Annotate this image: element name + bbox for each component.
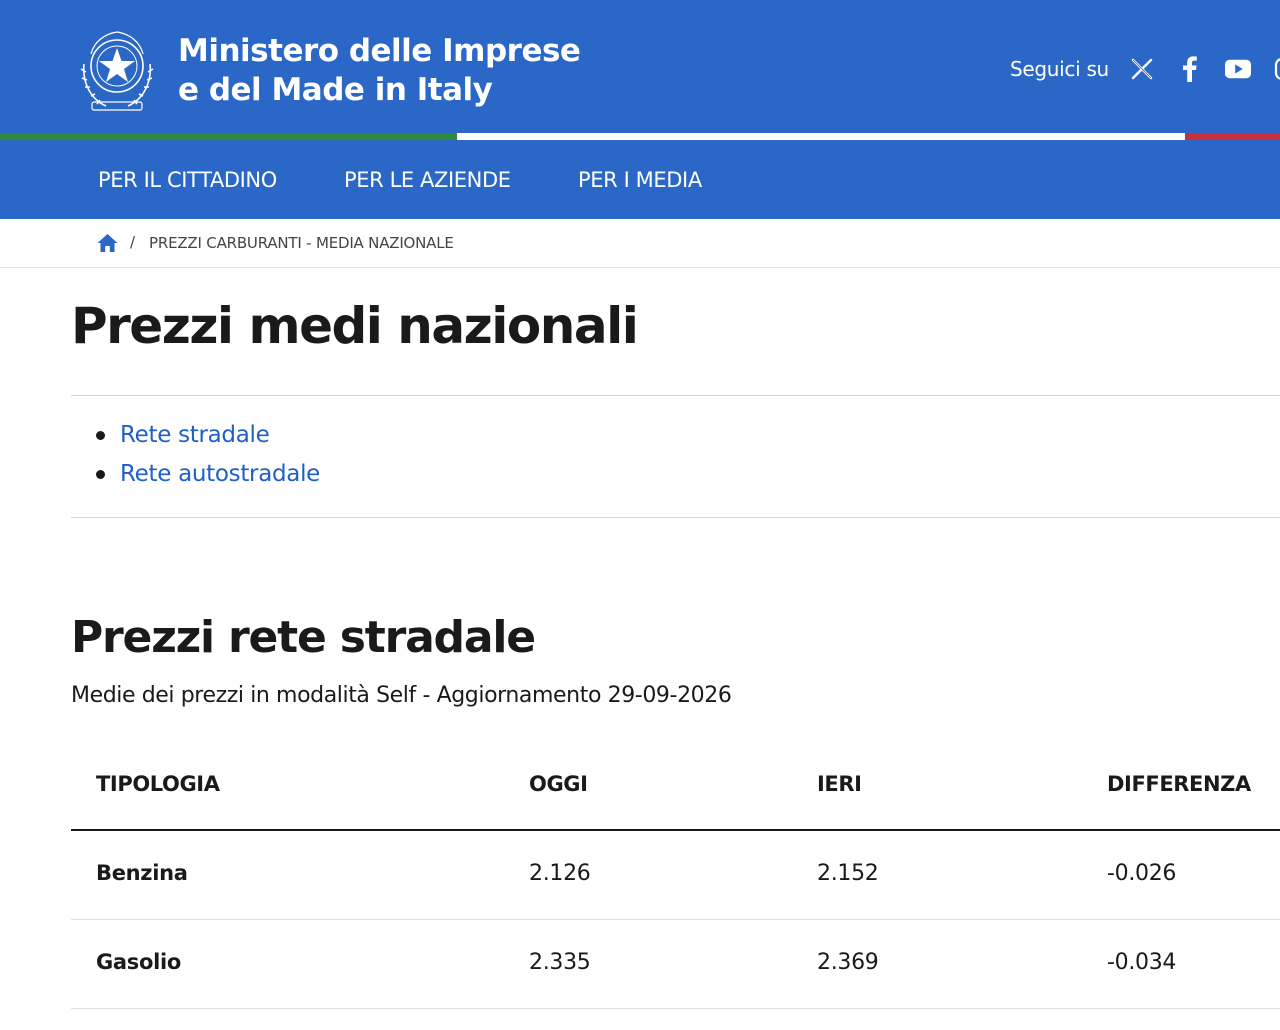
site-header: Ministero delle Imprese e del Made in It… bbox=[0, 0, 1280, 133]
nav-item-media[interactable]: PER I MEDIA bbox=[578, 168, 702, 192]
republic-emblem-icon[interactable] bbox=[76, 24, 158, 114]
cell-ieri: 2.152 bbox=[817, 861, 879, 886]
section-subtitle: Medie dei prezzi in modalità Self - Aggi… bbox=[71, 683, 732, 708]
cell-differenza: -0.026 bbox=[1107, 861, 1177, 886]
prices-table: TIPOLOGIA OGGI IERI DIFFERENZA Benzina 2… bbox=[71, 742, 1280, 1009]
table-row: Benzina 2.126 2.152 -0.026 bbox=[71, 831, 1280, 920]
facebook-icon[interactable] bbox=[1177, 56, 1203, 82]
header-oggi: OGGI bbox=[529, 772, 588, 796]
social-links: Seguici su bbox=[1010, 54, 1280, 84]
flag-white bbox=[457, 133, 1185, 140]
divider bbox=[71, 395, 1280, 396]
bullet bbox=[96, 431, 105, 440]
main-nav: PER IL CITTADINO PER LE AZIENDE PER I ME… bbox=[0, 140, 1280, 219]
tricolore-stripe bbox=[0, 133, 1280, 140]
nav-item-cittadino[interactable]: PER IL CITTADINO bbox=[98, 168, 277, 192]
x-icon[interactable] bbox=[1129, 56, 1155, 82]
section-title: Prezzi rete stradale bbox=[71, 612, 536, 663]
nav-item-aziende[interactable]: PER LE AZIENDE bbox=[344, 168, 511, 192]
cell-ieri: 2.369 bbox=[817, 950, 879, 975]
breadcrumb: / PREZZI CARBURANTI - MEDIA NAZIONALE bbox=[0, 219, 1280, 268]
header-tipologia: TIPOLOGIA bbox=[96, 772, 220, 796]
instagram-icon[interactable] bbox=[1273, 56, 1280, 82]
bullet bbox=[96, 470, 105, 479]
flag-red bbox=[1185, 133, 1280, 140]
header-ieri: IERI bbox=[817, 772, 862, 796]
page-title: Prezzi medi nazionali bbox=[71, 297, 639, 355]
link-rete-autostradale[interactable]: Rete autostradale bbox=[120, 460, 320, 488]
home-icon[interactable] bbox=[97, 233, 118, 253]
table-row: Gasolio 2.335 2.369 -0.034 bbox=[71, 920, 1280, 1009]
table-header: TIPOLOGIA OGGI IERI DIFFERENZA bbox=[71, 742, 1280, 831]
social-label: Seguici su bbox=[1010, 57, 1109, 81]
ministry-brand[interactable]: Ministero delle Imprese e del Made in It… bbox=[178, 32, 581, 110]
cell-tipologia: Gasolio bbox=[96, 950, 182, 974]
link-rete-stradale[interactable]: Rete stradale bbox=[120, 421, 270, 449]
flag-green bbox=[0, 133, 457, 140]
cell-oggi: 2.335 bbox=[529, 950, 591, 975]
breadcrumb-separator: / bbox=[130, 233, 136, 251]
brand-line-1: Ministero delle Imprese bbox=[178, 33, 581, 69]
youtube-icon[interactable] bbox=[1224, 56, 1251, 82]
cell-tipologia: Benzina bbox=[96, 861, 188, 885]
divider bbox=[71, 517, 1280, 518]
cell-oggi: 2.126 bbox=[529, 861, 591, 886]
cell-differenza: -0.034 bbox=[1107, 950, 1177, 975]
breadcrumb-current: PREZZI CARBURANTI - MEDIA NAZIONALE bbox=[149, 234, 454, 252]
brand-line-2: e del Made in Italy bbox=[178, 72, 493, 108]
header-differenza: DIFFERENZA bbox=[1107, 772, 1251, 796]
